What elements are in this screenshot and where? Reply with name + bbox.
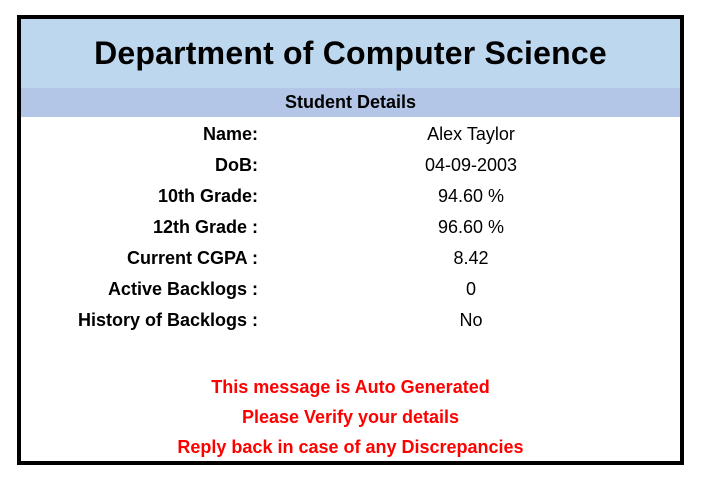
dob-value: 04-09-2003 [424,155,518,175]
detail-row-history-backlogs: History of Backlogs : No [21,305,680,336]
notice-messages: This message is Auto Generated Please Ve… [21,372,680,462]
active-backlogs-value: 0 [465,279,476,299]
10th-grade-value: 94.60 % [437,186,505,206]
active-backlogs-label: Active Backlogs : [107,279,258,299]
detail-row-dob: DoB: 04-09-2003 [21,150,680,181]
title-bar: Department of Computer Science [21,19,680,88]
10th-grade-label: 10th Grade: [157,186,258,206]
detail-row-12th-grade: 12th Grade : 96.60 % [21,212,680,243]
name-value: Alex Taylor [427,124,515,144]
detail-row-active-backlogs: Active Backlogs : 0 [21,274,680,305]
page-title: Department of Computer Science [94,35,607,71]
section-header: Student Details [21,88,680,117]
history-backlogs-label: History of Backlogs : [77,310,258,330]
12th-grade-value: 96.60 % [437,217,505,237]
student-details-card: Department of Computer Science Student D… [17,15,684,465]
verify-message: Please Verify your details [241,407,460,427]
cgpa-label: Current CGPA : [126,248,258,268]
detail-row-cgpa: Current CGPA : 8.42 [21,243,680,274]
dob-label: DoB: [215,155,258,175]
12th-grade-label: 12th Grade : [152,217,258,237]
section-title: Student Details [284,92,417,112]
discrepancy-message: Reply back in case of any Discrepancies [177,437,524,457]
history-backlogs-value: No [459,310,483,330]
detail-row-name: Name: Alex Taylor [21,119,680,150]
details-table: Name: Alex Taylor DoB: 04-09-2003 10th G… [21,119,680,336]
detail-row-10th-grade: 10th Grade: 94.60 % [21,181,680,212]
cgpa-value: 8.42 [453,248,489,268]
name-label: Name: [202,124,258,144]
auto-generated-message: This message is Auto Generated [211,377,490,397]
